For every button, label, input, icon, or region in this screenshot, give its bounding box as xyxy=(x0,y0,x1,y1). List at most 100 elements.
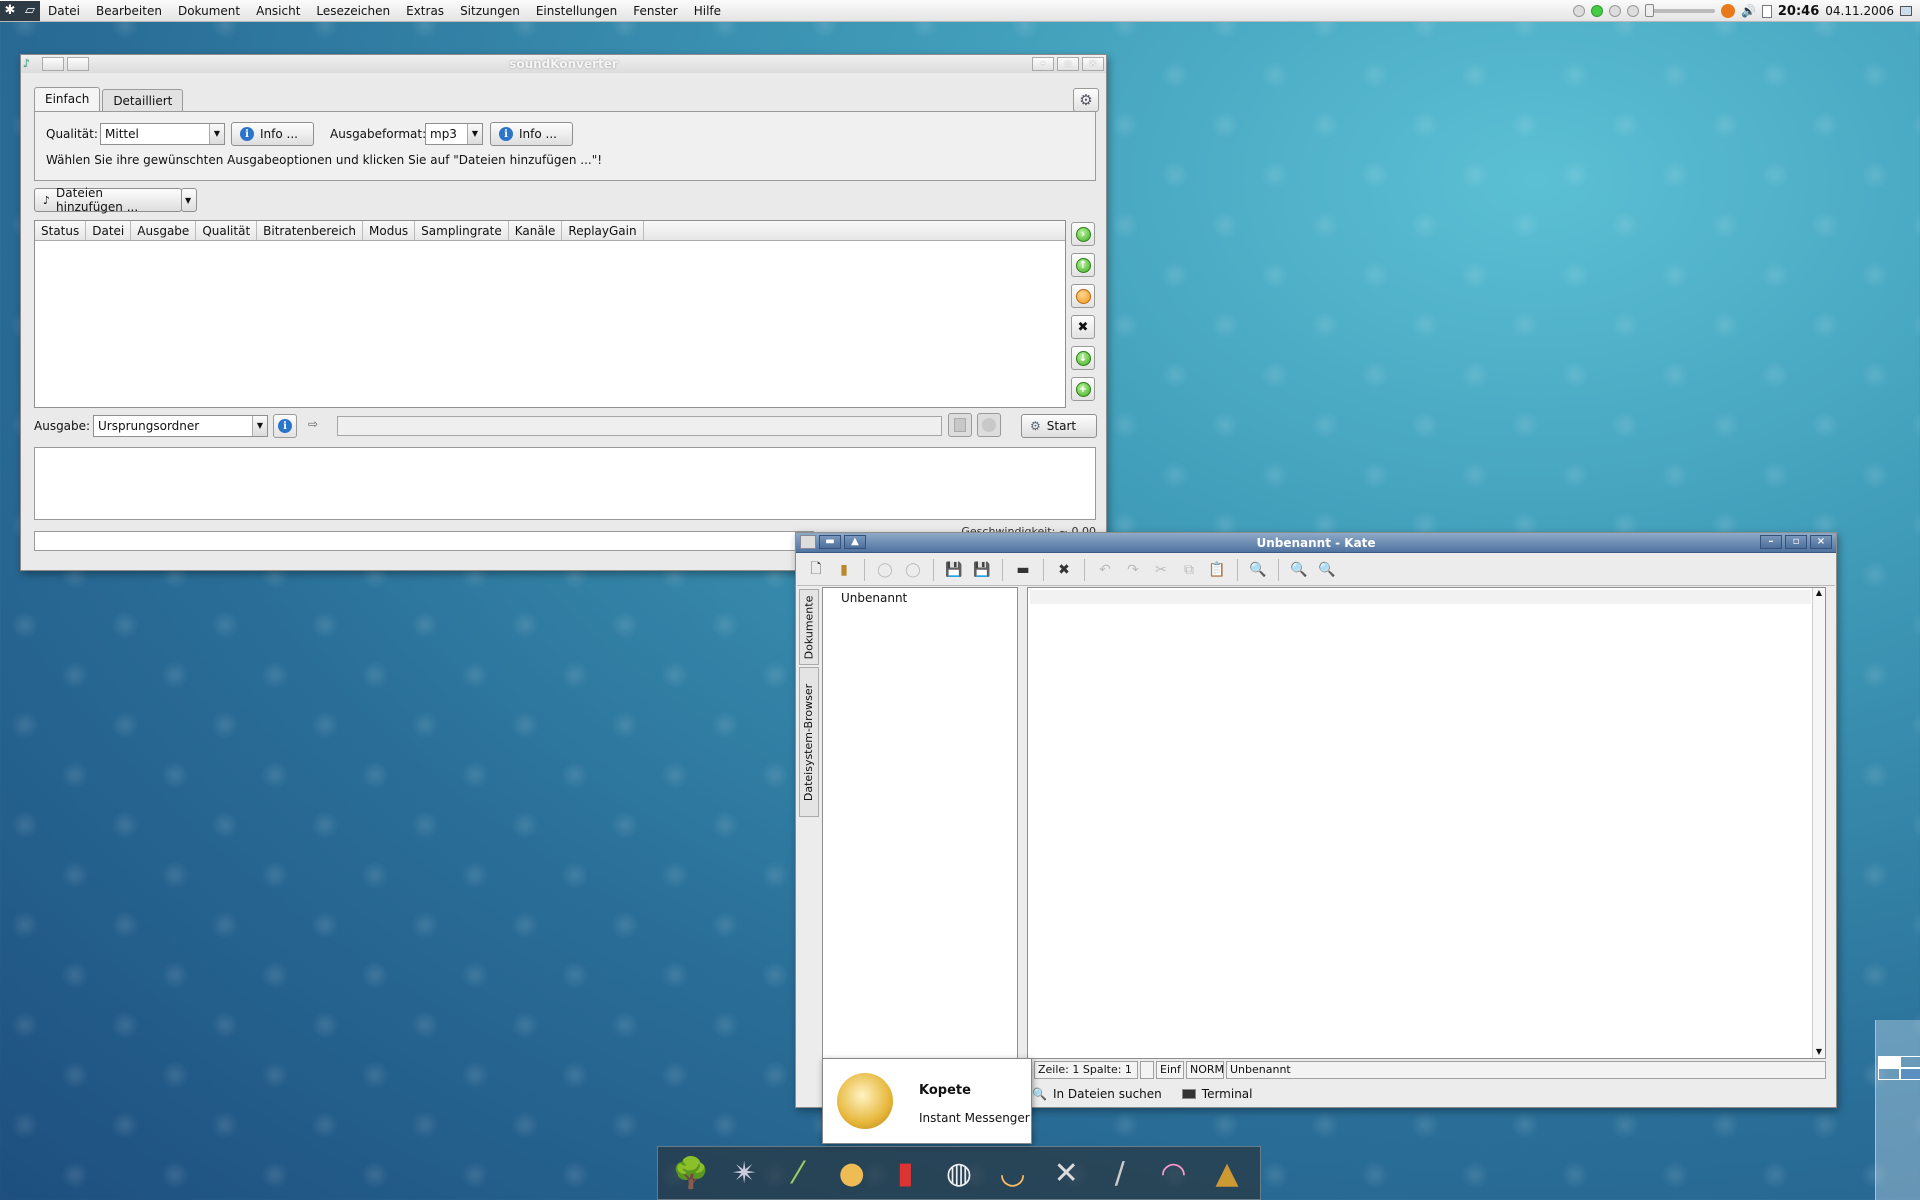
redo-icon[interactable]: ↷ xyxy=(1122,559,1144,581)
menu-fenster[interactable]: Fenster xyxy=(625,0,686,22)
column-status[interactable]: Status xyxy=(35,221,87,240)
clock-time[interactable]: 20:46 xyxy=(1778,4,1819,19)
menu-dokument[interactable]: Dokument xyxy=(170,0,248,22)
tray-status-icon-2[interactable] xyxy=(1608,5,1621,17)
menu-sitzungen[interactable]: Sitzungen xyxy=(452,0,528,22)
output-select[interactable]: Ursprungsordner ▼ xyxy=(93,415,268,437)
maximize-button[interactable]: ▫ xyxy=(1057,57,1079,71)
column-modus[interactable]: Modus xyxy=(363,221,416,240)
maximize-button[interactable]: ▫ xyxy=(1785,535,1807,549)
column-datei[interactable]: Datei xyxy=(86,221,132,240)
tab-einfach[interactable]: Einfach xyxy=(34,87,101,111)
soundkonverter-titlebar[interactable]: ♪ soundKonverter – ▫ × xyxy=(21,55,1106,73)
format-info-button[interactable]: i Info ... xyxy=(490,122,573,146)
start-file-button[interactable]: › xyxy=(1071,222,1095,246)
quality-info-button[interactable]: i Info ... xyxy=(231,122,314,146)
format-select[interactable]: mp3 ▼ xyxy=(425,123,483,145)
log-output-area[interactable] xyxy=(34,447,1096,520)
file-list-table[interactable]: Status Datei Ausgabe Qualität Bitratenbe… xyxy=(34,220,1066,408)
save-icon[interactable]: 💾 xyxy=(943,559,965,581)
bonsai-icon[interactable]: 🌳 xyxy=(670,1152,712,1194)
shade-button[interactable] xyxy=(67,57,89,71)
menu-einstellungen[interactable]: Einstellungen xyxy=(528,0,625,22)
undo-icon[interactable]: ↶ xyxy=(1094,559,1116,581)
column-ausgabe[interactable]: Ausgabe xyxy=(131,221,197,240)
pager-desktop-2[interactable] xyxy=(1900,1056,1920,1068)
cut-icon[interactable]: ✂ xyxy=(1150,559,1172,581)
tab-dateisystem-browser[interactable]: Dateisystem-Browser xyxy=(799,667,819,817)
swords-icon[interactable]: ✕ xyxy=(1045,1152,1087,1194)
menu-datei[interactable]: Datei xyxy=(40,0,88,22)
progress-field[interactable] xyxy=(34,531,814,551)
column-bitratenbereich[interactable]: Bitratenbereich xyxy=(257,221,363,240)
back-icon[interactable]: ◯ xyxy=(874,559,896,581)
menu-ansicht[interactable]: Ansicht xyxy=(248,0,308,22)
quality-select[interactable]: Mittel ▼ xyxy=(100,123,225,145)
tab-detailliert[interactable]: Detailliert xyxy=(102,89,184,111)
browse-folder-button[interactable] xyxy=(948,413,972,437)
scroll-icon[interactable]: ⁄ xyxy=(777,1152,819,1194)
editor-scrollbar[interactable]: ▲ ▼ xyxy=(1812,588,1825,1058)
find-next-icon[interactable]: 🔍 xyxy=(1288,559,1310,581)
kate-titlebar[interactable]: ▬ ▲ Unbenannt - Kate – ▫ × xyxy=(796,533,1836,553)
output-mode-icon[interactable]: ⇨ xyxy=(308,417,318,431)
close-button[interactable]: × xyxy=(1082,57,1104,71)
minimize-button[interactable]: – xyxy=(1032,57,1054,71)
forward-icon[interactable]: ◯ xyxy=(902,559,924,581)
app-icon[interactable]: ♪ xyxy=(23,57,39,71)
menu-bearbeiten[interactable]: Bearbeiten xyxy=(88,0,170,22)
open-folder-button[interactable] xyxy=(977,413,1001,437)
close-document-icon[interactable]: ✖ xyxy=(1053,559,1075,581)
chopsticks-icon[interactable]: ∕ xyxy=(1099,1152,1141,1194)
save-as-icon[interactable]: 💾 xyxy=(971,559,993,581)
find-icon[interactable]: 🔍 xyxy=(1247,559,1269,581)
settings-gear-button[interactable]: ⚙ xyxy=(1073,88,1099,112)
scroll-up-icon[interactable]: ▲ xyxy=(1813,588,1825,597)
tab-in-dateien-suchen[interactable]: 🔍 In Dateien suchen xyxy=(1026,1087,1168,1101)
bowl-icon[interactable]: ◡ xyxy=(992,1152,1034,1194)
speaker-icon[interactable]: 🔊 xyxy=(1741,4,1756,18)
kde-menu-icon[interactable]: ✱ xyxy=(0,0,20,21)
move-up-button[interactable]: ↑ xyxy=(1071,253,1095,277)
column-qualitaet[interactable]: Qualität xyxy=(196,221,258,240)
text-editor[interactable]: ▲ ▼ xyxy=(1027,587,1826,1059)
add-files-button[interactable]: ♪ Dateien hinzufügen ... xyxy=(34,186,182,214)
print-icon[interactable]: ▬ xyxy=(1012,559,1034,581)
tray-online-icon[interactable] xyxy=(1590,5,1603,17)
document-list[interactable]: Unbenannt xyxy=(822,587,1018,1059)
scroll-down-icon[interactable]: ▼ xyxy=(1813,1047,1825,1056)
menu-extras[interactable]: Extras xyxy=(398,0,452,22)
shuriken-icon[interactable]: ✴ xyxy=(723,1152,765,1194)
sticky-button[interactable]: ▬ xyxy=(819,535,841,549)
window-menu-icon[interactable]: ▱ xyxy=(20,0,40,21)
column-kanaele[interactable]: Kanäle xyxy=(509,221,563,240)
tray-status-icon[interactable] xyxy=(1572,5,1585,17)
pager-desktop-3[interactable] xyxy=(1878,1068,1900,1080)
tray-status-icon-3[interactable] xyxy=(1626,5,1639,17)
replace-icon[interactable]: 🔍 xyxy=(1316,559,1338,581)
start-button[interactable]: ⚙ Start xyxy=(1021,414,1097,438)
volume-slider[interactable] xyxy=(1644,4,1715,17)
shade-button[interactable]: ▲ xyxy=(844,535,866,549)
clipboard-icon[interactable] xyxy=(1761,4,1772,18)
move-down-button[interactable]: ↓ xyxy=(1071,346,1095,370)
sticky-button[interactable] xyxy=(42,57,64,71)
menu-hilfe[interactable]: Hilfe xyxy=(686,0,729,22)
fan-icon[interactable]: ◠ xyxy=(1152,1152,1194,1194)
firefox-tray-icon[interactable] xyxy=(1720,4,1735,18)
output-path-field[interactable] xyxy=(337,416,942,436)
new-document-icon[interactable]: 🗋 xyxy=(805,559,827,581)
pager-desktop-1[interactable] xyxy=(1878,1056,1900,1068)
status-norm[interactable]: NORM xyxy=(1186,1061,1224,1079)
tab-terminal[interactable]: Terminal xyxy=(1176,1087,1259,1101)
list-item[interactable]: Unbenannt xyxy=(823,588,1017,605)
status-insert-mode[interactable]: Einf xyxy=(1156,1061,1184,1079)
close-button[interactable]: × xyxy=(1810,535,1832,549)
copy-icon[interactable]: ⧉ xyxy=(1178,559,1200,581)
sushi-icon[interactable]: ◍ xyxy=(938,1152,980,1194)
pager-desktop-4[interactable] xyxy=(1900,1068,1920,1080)
show-desktop-icon[interactable] xyxy=(1900,6,1912,16)
pause-button[interactable] xyxy=(1071,284,1095,308)
remove-button[interactable]: ✖ xyxy=(1071,315,1095,339)
lantern-icon[interactable]: ▮ xyxy=(884,1152,926,1194)
